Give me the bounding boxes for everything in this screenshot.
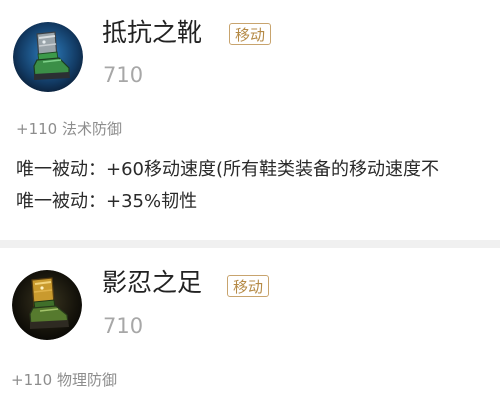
item-price: 710 bbox=[103, 314, 144, 338]
item-passive-2: 唯一被动：+35%韧性 bbox=[16, 191, 198, 212]
item-stat: +110 物理防御 bbox=[11, 371, 117, 389]
item-stat: +110 法术防御 bbox=[16, 120, 122, 138]
item-name: 抵抗之靴 bbox=[102, 18, 203, 47]
item-card-shadow-ninja-boots[interactable]: 影忍之足 移动 710 +110 物理防御 bbox=[0, 248, 500, 400]
item-name: 影忍之足 bbox=[102, 268, 203, 297]
section-divider bbox=[0, 240, 500, 248]
item-type-badge: 移动 bbox=[227, 275, 270, 297]
item-passive-1: 唯一被动：+60移动速度(所有鞋类装备的移动速度不 bbox=[16, 159, 440, 180]
item-card-resistance-boots[interactable]: 抵抗之靴 移动 710 +110 法术防御 唯一被动：+60移动速度(所有鞋类装… bbox=[0, 0, 500, 240]
golden-boot-icon bbox=[12, 270, 82, 340]
item-price: 710 bbox=[103, 63, 144, 87]
green-boot-icon bbox=[13, 22, 83, 92]
item-type-badge: 移动 bbox=[229, 23, 272, 45]
